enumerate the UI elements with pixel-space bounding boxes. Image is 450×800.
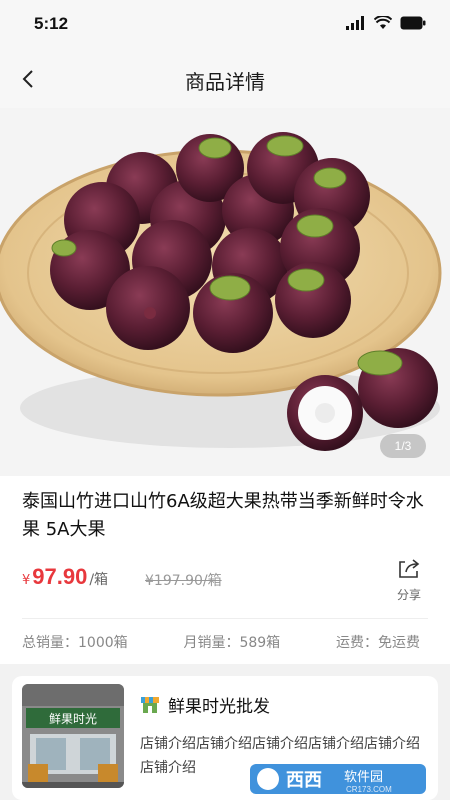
product-info-section: 泰国山竹进口山竹6A级超大果热带当季新鲜时令水果 5A大果 ¥ 97.90 /箱… [0,476,450,664]
price-currency: ¥ [22,573,31,588]
share-label: 分享 [396,588,421,602]
status-time: 5:12 [34,14,69,33]
price-unit: /箱 [89,572,109,588]
shop-sign-text: 鲜果时光 [49,712,97,726]
watermark-brand: 西西 [286,770,322,791]
divider [22,618,428,619]
monthly-sales: 月销量：589箱 [183,635,281,651]
watermark-url: CR173.COM [346,785,392,794]
status-bar: 5:12 [0,0,450,50]
page-title: 商品详情 [185,70,265,94]
watermark-sub: 软件园 [344,770,383,785]
site-watermark-logo: 西西 软件园 CR173.COM [250,764,426,794]
shop-name: 鲜果时光批发 [168,697,270,717]
product-title: 泰国山竹进口山竹6A级超大果热带当季新鲜时令水果 5A大果 [22,491,424,540]
battery-icon [400,16,426,30]
status-icons [346,16,426,30]
store-icon [141,696,159,713]
share-icon [399,559,420,578]
product-image-gallery[interactable]: 1/3 [0,108,450,476]
shop-name-row: 鲜果时光批发 [140,692,270,717]
price-value: 97.90 [32,564,88,589]
wifi-icon [374,16,392,29]
product-image [0,108,450,476]
nav-bar: 商品详情 [0,50,450,108]
sales-stats-row: 总销量：1000箱 月销量：589箱 运费：免运费 [22,632,420,652]
original-price: ¥197.90/箱 [145,573,222,589]
price-row: ¥ 97.90 /箱 [22,564,108,590]
shop-photo: 鲜果时光 [22,684,124,788]
total-sales: 总销量：1000箱 [22,635,128,651]
shipping-fee: 运费：免运费 [336,635,420,651]
shop-card[interactable]: 鲜果时光 鲜果时光批发 店铺介绍店铺介绍店铺介绍店铺介绍店铺介绍店铺介绍 西西 … [12,676,438,800]
share-button[interactable]: 分享 [394,556,424,603]
signal-icon [346,16,364,30]
image-page-indicator: 1/3 [380,434,426,458]
